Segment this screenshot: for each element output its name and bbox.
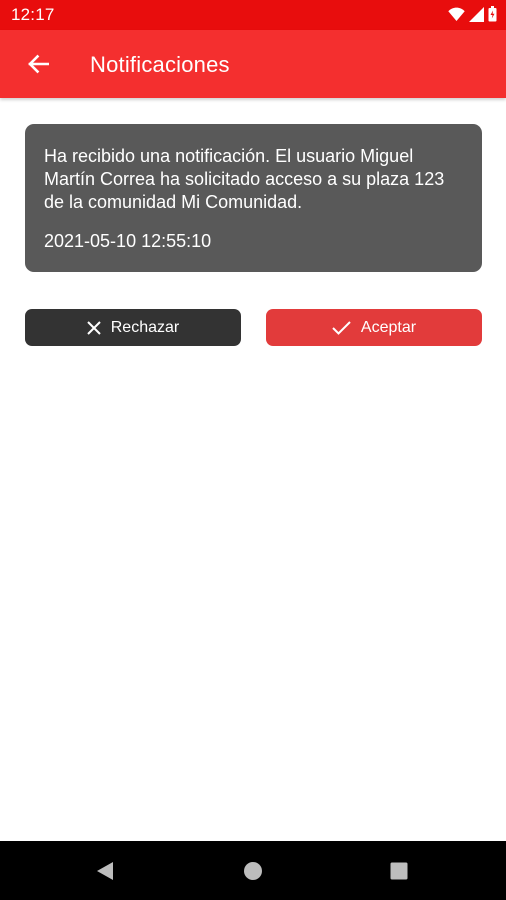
close-icon xyxy=(87,320,101,335)
back-button[interactable] xyxy=(18,44,58,84)
page-title: Notificaciones xyxy=(90,52,230,77)
status-time: 12:17 xyxy=(11,5,55,24)
nav-back-button[interactable] xyxy=(75,841,135,900)
app-bar: Notificaciones xyxy=(0,30,506,98)
status-icons xyxy=(448,6,497,22)
reject-button-label: Rechazar xyxy=(110,318,180,336)
navigation-bar xyxy=(0,841,506,900)
cellular-signal-icon xyxy=(469,6,484,22)
wifi-icon xyxy=(448,7,465,21)
notification-date: 2021-05-10 12:55:10 xyxy=(44,231,212,251)
recents-square-icon xyxy=(390,862,408,879)
accept-button-label: Aceptar xyxy=(360,318,417,336)
reject-button[interactable]: Rechazar xyxy=(25,309,241,346)
battery-icon xyxy=(488,6,497,22)
arrow-left-icon xyxy=(28,54,49,74)
notification-card: Ha recibido una notificación. El usuario… xyxy=(25,124,482,272)
nav-home-button[interactable] xyxy=(223,841,283,900)
status-bar: 12:17 xyxy=(0,0,506,30)
back-triangle-icon xyxy=(97,861,113,880)
nav-recents-button[interactable] xyxy=(369,841,429,900)
accept-button[interactable]: Aceptar xyxy=(266,309,482,346)
home-circle-icon xyxy=(244,861,262,880)
notification-message: Ha recibido una notificación. El usuario… xyxy=(44,146,445,212)
check-icon xyxy=(332,320,351,335)
